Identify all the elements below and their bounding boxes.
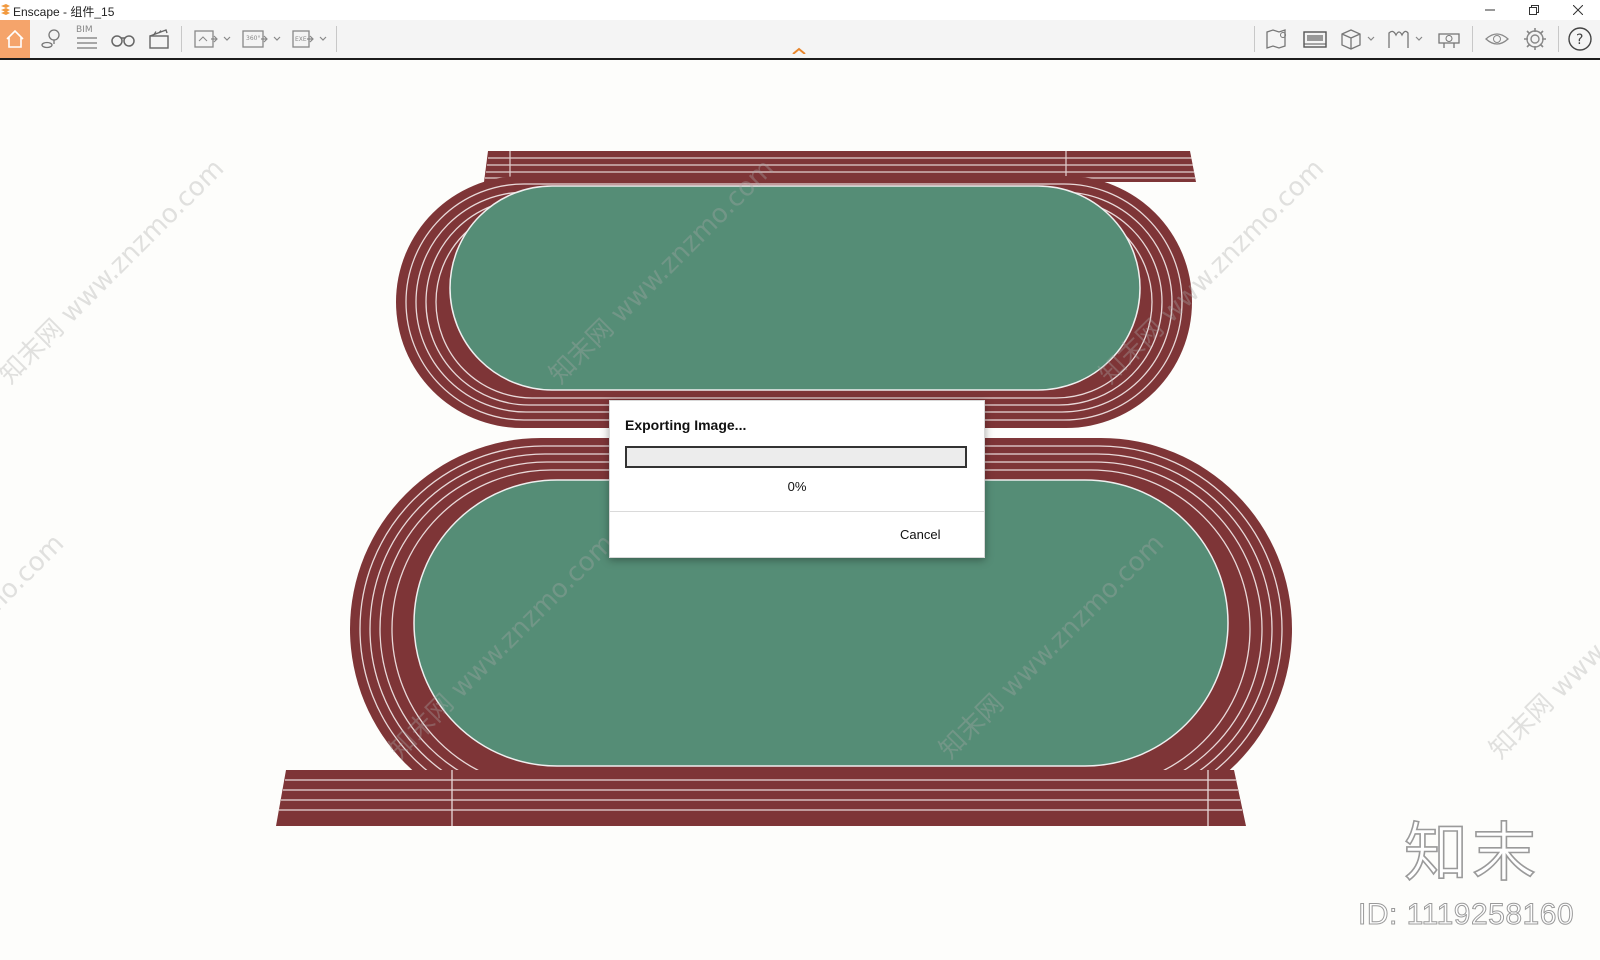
cancel-button[interactable]: Cancel <box>900 527 940 542</box>
cube-icon <box>1341 29 1375 50</box>
svg-text:360°: 360° <box>246 35 260 42</box>
image-export-icon <box>194 30 231 48</box>
walk-mode-button[interactable] <box>108 20 138 58</box>
map-icon <box>1266 29 1286 49</box>
dialog-title: Exporting Image... <box>625 417 747 433</box>
watermark-id: ID: 1119258160 <box>1357 898 1575 932</box>
export-progress-dialog: Exporting Image... 0% Cancel <box>609 400 985 558</box>
list-icon <box>77 37 97 49</box>
silhouette-icon <box>1388 30 1423 48</box>
asset-library-button[interactable] <box>1298 20 1332 58</box>
restore-button[interactable] <box>1512 0 1556 20</box>
export-progress-bar <box>625 446 967 468</box>
bim-button[interactable] <box>72 26 102 58</box>
material-button[interactable] <box>1336 20 1380 58</box>
projector-icon <box>1438 33 1460 48</box>
visual-settings-button[interactable] <box>1384 20 1428 58</box>
window-title: Enscape - 组件_15 <box>13 5 115 19</box>
minimize-button[interactable] <box>1468 0 1512 20</box>
clapperboard-icon <box>149 29 169 49</box>
video-editor-button[interactable] <box>144 20 174 58</box>
panorama-button[interactable]: 360° <box>238 20 284 58</box>
home-icon <box>6 29 24 48</box>
location-pin-icon <box>41 29 60 49</box>
exe-export-icon: EXE <box>292 30 327 48</box>
restore-icon <box>1529 5 1539 15</box>
map-button[interactable] <box>1260 20 1294 58</box>
title-bar: Enscape - 组件_15 <box>0 0 1600 20</box>
toolbar-separator <box>336 26 337 52</box>
asset-library-icon <box>1303 31 1327 48</box>
svg-text:?: ? <box>1576 32 1583 48</box>
enscape-logo-icon <box>1 4 10 15</box>
eye-icon <box>1485 33 1509 45</box>
gear-icon <box>1524 28 1546 50</box>
minimize-icon <box>1485 9 1495 11</box>
sync-view-button[interactable] <box>1480 20 1514 58</box>
screenshot-button[interactable] <box>190 20 234 58</box>
home-button[interactable] <box>0 20 30 58</box>
close-button[interactable] <box>1556 0 1600 20</box>
toolbar-separator <box>1254 26 1255 52</box>
views-button[interactable] <box>36 20 66 58</box>
watermark-logo: 知末 <box>1403 817 1540 891</box>
help-button[interactable]: ? <box>1564 20 1596 58</box>
binoculars-icon <box>111 35 135 47</box>
chevron-up-icon <box>792 47 806 54</box>
toolbar-separator <box>1472 26 1473 52</box>
toolbar-separator <box>1558 26 1559 52</box>
dialog-divider <box>610 511 984 512</box>
exe-export-button[interactable]: EXE <box>288 20 332 58</box>
svg-text:EXE: EXE <box>295 36 307 43</box>
toolbar-separator <box>181 26 182 52</box>
close-icon <box>1573 5 1583 15</box>
toolbar: BIM 360° EXE ? <box>0 20 1600 60</box>
lower-track-straight <box>276 770 1246 826</box>
capture-button[interactable] <box>1432 20 1466 58</box>
collapse-toolbar-button[interactable] <box>784 20 814 58</box>
help-icon: ? <box>1568 27 1592 51</box>
upper-field <box>449 185 1141 391</box>
panorama-360-icon: 360° <box>242 30 281 48</box>
progress-percent: 0% <box>787 479 807 494</box>
settings-button[interactable] <box>1518 20 1552 58</box>
